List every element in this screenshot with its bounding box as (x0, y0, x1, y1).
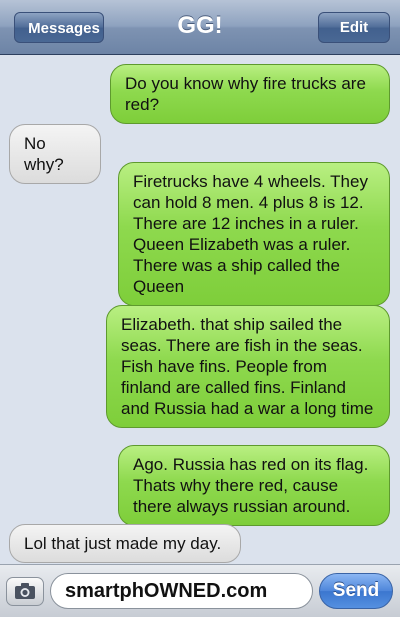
message-text: Firetrucks have 4 wheels. They can hold … (133, 172, 368, 296)
message-text: Do you know why fire trucks are red? (125, 74, 366, 114)
message-bubble-sent: Do you know why fire trucks are red? (110, 64, 390, 124)
message-text: Lol that just made my day. (24, 534, 222, 553)
message-text: No why? (24, 134, 64, 174)
navigation-bar: Messages GG! Edit (0, 0, 400, 55)
message-bubble-sent: Firetrucks have 4 wheels. They can hold … (118, 162, 390, 306)
message-text: Elizabeth. that ship sailed the seas. Th… (121, 315, 374, 418)
message-bubble-received: Lol that just made my day. (9, 524, 241, 563)
message-bubble-received: No why? (9, 124, 101, 184)
message-composer: smartphOWNED.com Send (0, 564, 400, 617)
send-button[interactable]: Send (319, 573, 393, 609)
camera-icon (15, 583, 35, 599)
message-bubble-sent: Elizabeth. that ship sailed the seas. Th… (106, 305, 390, 428)
message-text: Ago. Russia has red on its flag. Thats w… (133, 455, 369, 516)
message-input[interactable]: smartphOWNED.com (50, 573, 313, 609)
edit-button[interactable]: Edit (318, 12, 390, 43)
camera-button[interactable] (6, 577, 44, 606)
message-bubble-sent: Ago. Russia has red on its flag. Thats w… (118, 445, 390, 526)
